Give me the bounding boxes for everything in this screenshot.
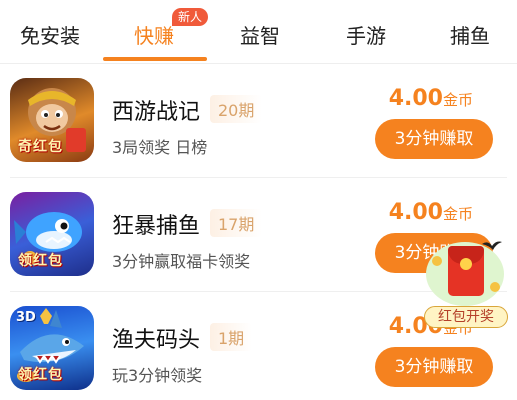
period-badge: 17期 bbox=[210, 209, 263, 237]
red-packet-lottery-label: 红包开奖 bbox=[424, 306, 508, 328]
red-packet-lottery-widget[interactable]: 红包开奖 bbox=[424, 238, 508, 330]
3d-tag: 3D bbox=[16, 310, 36, 325]
period-badge: 1期 bbox=[210, 323, 253, 351]
period-badge: 20期 bbox=[210, 95, 263, 123]
game-description: 3分钟赢取福卡领奖 bbox=[112, 252, 251, 271]
tab-mobile-games[interactable]: 手游 bbox=[346, 20, 386, 49]
blue-fish-game-icon[interactable]: 领红包 bbox=[10, 192, 94, 276]
game-title[interactable]: 渔夫码头 bbox=[112, 322, 200, 354]
game-description: 3局领奖 日榜 bbox=[112, 138, 208, 157]
swallow-icon bbox=[482, 241, 502, 250]
active-tab-indicator bbox=[103, 57, 207, 61]
coin-icon bbox=[490, 282, 500, 292]
category-tabs: 免安装 快赚 新人 益智 手游 捕鱼 bbox=[0, 0, 517, 64]
shark-game-icon[interactable]: 3D 领红包 bbox=[10, 306, 94, 390]
list-item[interactable]: 奇红包 西游战记 20期 3局领奖 日榜 4.00金币 3分钟赚取 bbox=[0, 64, 517, 178]
tab-puzzle[interactable]: 益智 bbox=[240, 20, 280, 49]
earn-button[interactable]: 3分钟赚取 bbox=[375, 119, 493, 159]
game-title[interactable]: 狂暴捕鱼 bbox=[112, 208, 200, 240]
red-envelope-icon bbox=[448, 246, 484, 296]
monkey-king-game-icon[interactable]: 奇红包 bbox=[10, 78, 94, 162]
game-title[interactable]: 西游战记 bbox=[112, 94, 200, 126]
tab-fishing[interactable]: 捕鱼 bbox=[450, 20, 490, 49]
tab-install-free[interactable]: 免安装 bbox=[20, 20, 80, 49]
reward-amount: 4.00金币 bbox=[388, 86, 473, 111]
reward-amount: 4.00金币 bbox=[388, 200, 473, 225]
coin-icon bbox=[432, 256, 442, 266]
game-description: 玩3分钟领奖 bbox=[112, 366, 203, 385]
new-user-badge: 新人 bbox=[172, 8, 209, 26]
earn-button[interactable]: 3分钟赚取 bbox=[375, 347, 493, 387]
tab-quick-earn[interactable]: 快赚 bbox=[134, 20, 174, 49]
